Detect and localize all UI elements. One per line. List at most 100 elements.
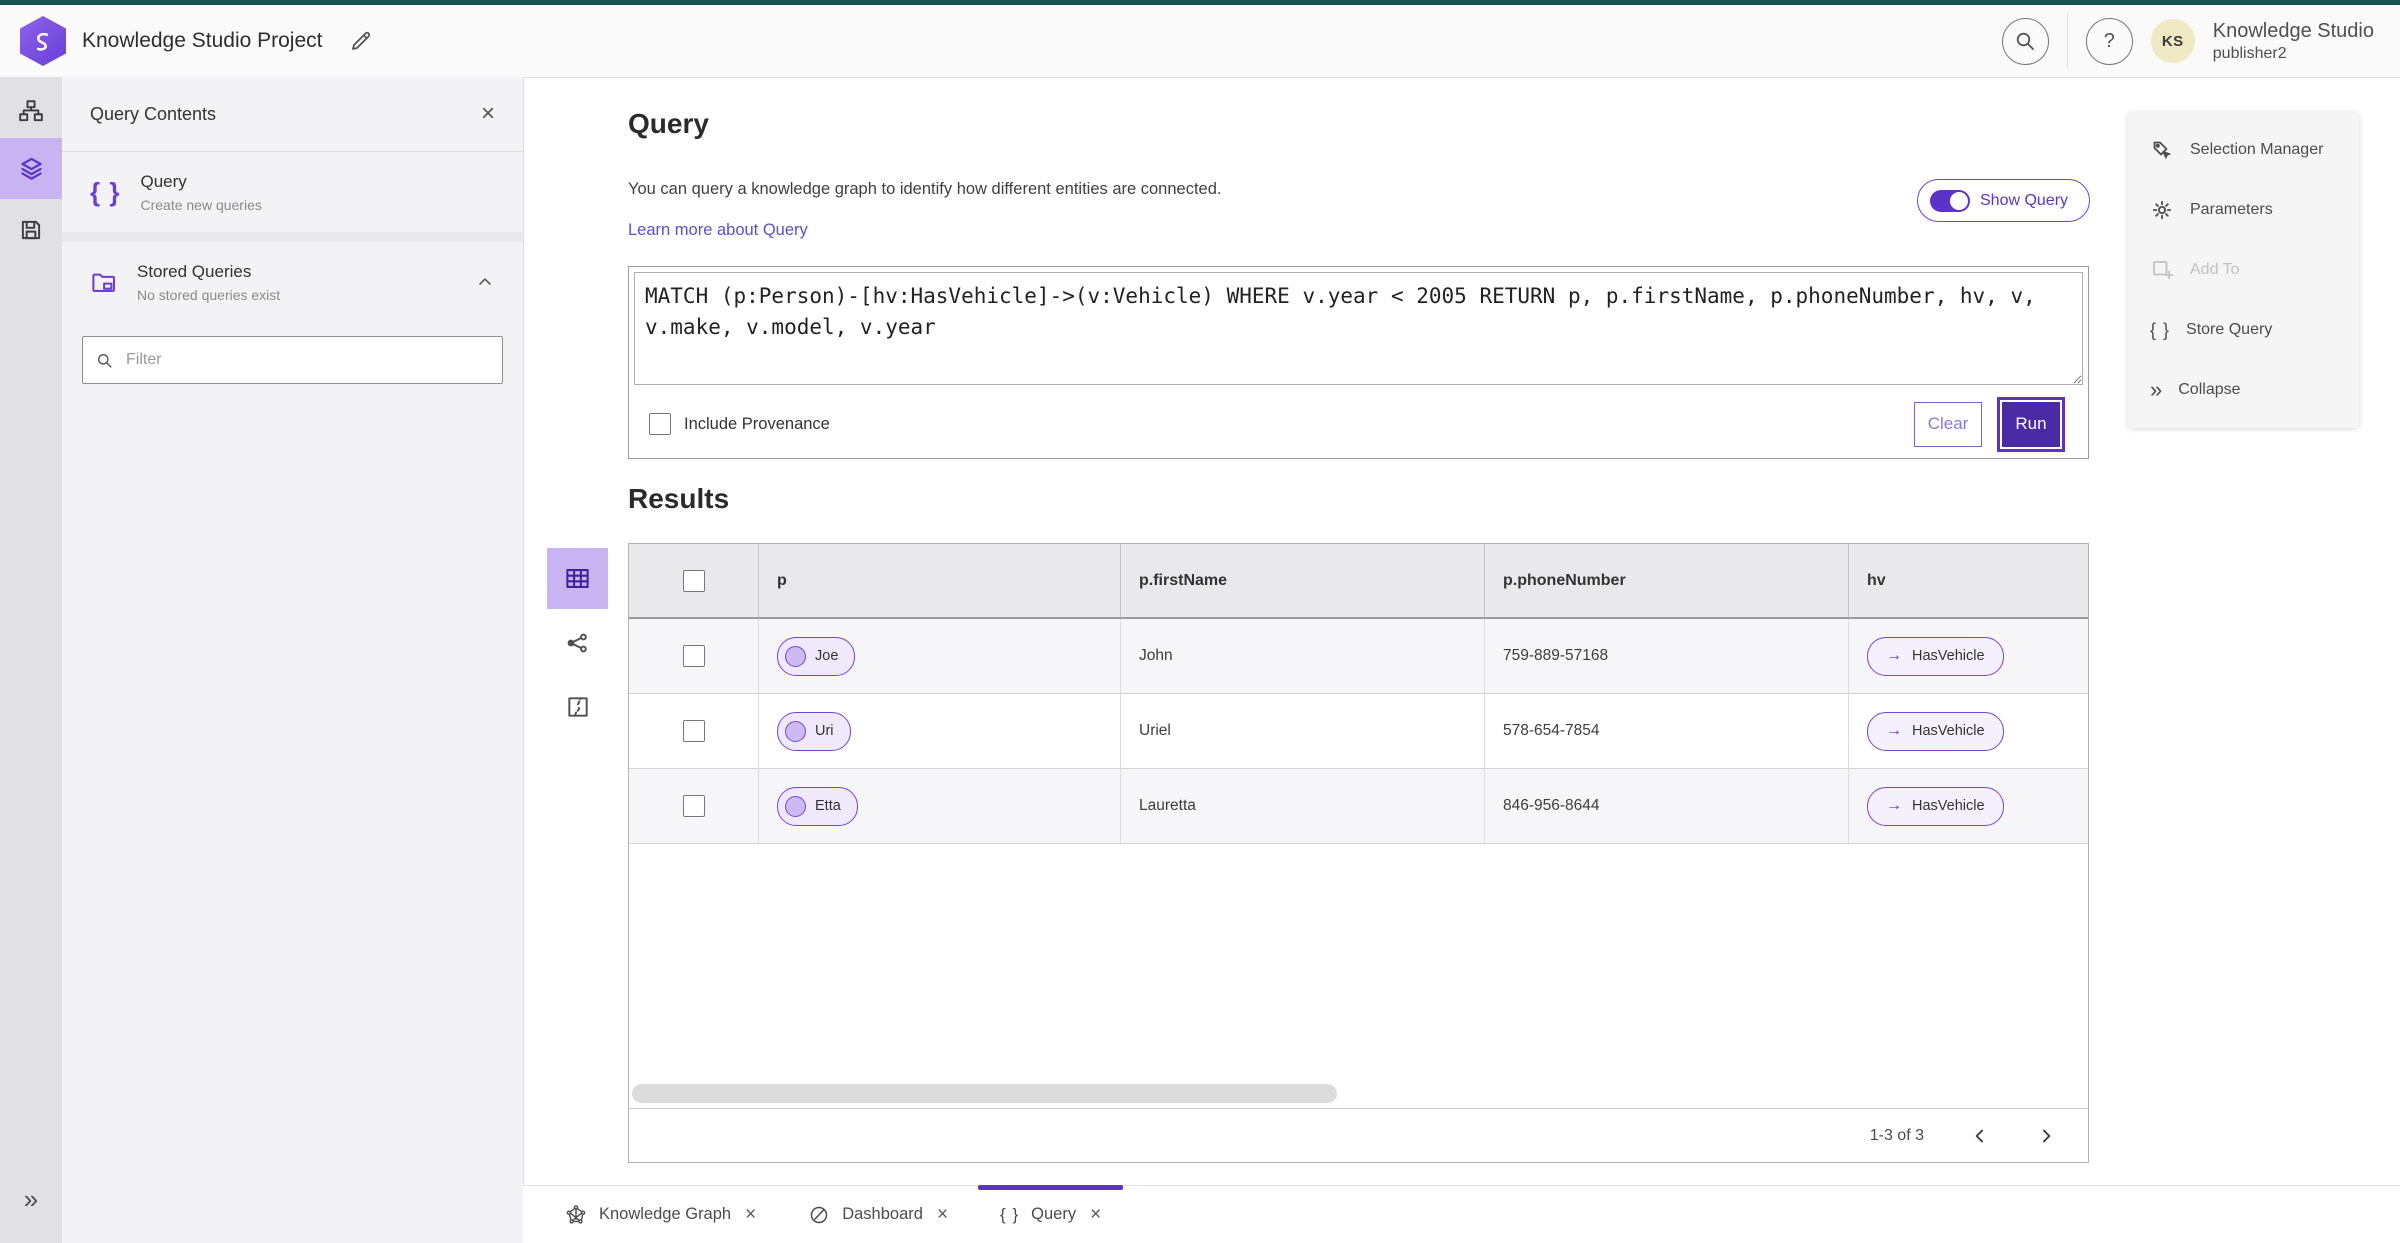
close-panel-icon[interactable]: ×: [481, 102, 495, 126]
clear-button[interactable]: Clear: [1914, 401, 1982, 447]
arrow-right-icon: →: [1886, 722, 1902, 739]
chevron-up-icon[interactable]: [475, 272, 495, 292]
map-view-button[interactable]: [547, 676, 608, 737]
save-icon: [21, 220, 41, 239]
rail-expand-icon[interactable]: »: [0, 1184, 62, 1215]
node-dot-icon: [785, 720, 806, 742]
stored-queries-subtitle: No stored queries exist: [137, 286, 281, 303]
next-page-button[interactable]: [2036, 1126, 2056, 1146]
panel-title: Query Contents: [90, 103, 217, 124]
braces-icon: { }: [90, 176, 121, 207]
cell-phonenumber: 578-654-7854: [1485, 694, 1849, 768]
edge-label: HasVehicle: [1912, 723, 1985, 739]
cell-phonenumber: 846-956-8644: [1485, 769, 1849, 843]
column-header-phonenumber[interactable]: p.phoneNumber: [1485, 544, 1849, 617]
tab-query[interactable]: { } Query ×: [974, 1185, 1127, 1243]
toggle-switch-icon[interactable]: [1930, 189, 1970, 212]
rail-item-hierarchy[interactable]: [0, 80, 62, 141]
select-all-checkbox[interactable]: [682, 569, 705, 592]
help-icon: ?: [2103, 29, 2115, 52]
chevron-right-icon: [2043, 1129, 2051, 1142]
table-view-button[interactable]: [547, 548, 608, 609]
cell-firstname: Uriel: [1121, 694, 1485, 768]
store-query-label: Store Query: [2186, 321, 2273, 338]
query-editor-footer: Include Provenance Clear Run: [629, 390, 2088, 458]
add-to-label: Add To: [2190, 261, 2240, 278]
gear-icon: [2152, 200, 2172, 220]
show-query-toggle[interactable]: Show Query: [1917, 179, 2090, 222]
edit-title-icon[interactable]: [349, 29, 373, 53]
node-pill[interactable]: Etta: [777, 786, 858, 826]
rail-item-saved[interactable]: [0, 199, 62, 260]
search-button[interactable]: [2001, 17, 2049, 65]
add-to-icon: [2153, 261, 2174, 280]
row-checkbox[interactable]: [682, 645, 705, 667]
sidebar-item-query[interactable]: { } Query Create new queries: [62, 152, 523, 232]
horizontal-scrollbar[interactable]: [632, 1084, 1337, 1103]
results-table: p p.firstName p.phoneNumber hv Joe John …: [628, 543, 2089, 1163]
layers-icon: [20, 157, 42, 180]
collapse-item[interactable]: » Collapse: [2128, 360, 2359, 420]
filter-field[interactable]: [82, 336, 503, 384]
table-row: Joe John 759-889-57168 → HasVehicle: [629, 619, 2088, 694]
section-divider: [62, 232, 523, 242]
app-header: Knowledge Studio Project ? KS Knowledge …: [0, 5, 2400, 78]
row-checkbox[interactable]: [682, 720, 705, 742]
stored-queries-title: Stored Queries: [137, 261, 252, 281]
query-input[interactable]: MATCH (p:Person)-[hv:HasVehicle]->(v:Veh…: [634, 272, 2083, 385]
close-tab-icon[interactable]: ×: [937, 1204, 948, 1226]
node-pill[interactable]: Joe: [777, 636, 856, 676]
panel-header: Query Contents ×: [62, 77, 523, 152]
node-dot-icon: [785, 645, 806, 667]
sidebar-item-stored-queries[interactable]: Stored Queries No stored queries exist: [62, 242, 523, 322]
user-product-name: Knowledge Studio: [2212, 19, 2374, 42]
node-label: Uri: [815, 723, 834, 739]
edge-pill[interactable]: → HasVehicle: [1867, 711, 2004, 751]
dashboard-gauge-icon: [810, 1206, 828, 1223]
document-tab-bar: Knowledge Graph × Dashboard × { } Query …: [523, 1185, 2400, 1243]
column-header-firstname[interactable]: p.firstName: [1121, 544, 1485, 617]
app-logo-icon: [20, 16, 66, 66]
add-to-item: Add To: [2128, 240, 2359, 300]
rail-item-query-contents[interactable]: [0, 138, 62, 199]
parameters-label: Parameters: [2190, 201, 2273, 218]
tab-dashboard[interactable]: Dashboard ×: [782, 1186, 974, 1243]
edge-label: HasVehicle: [1912, 798, 1985, 814]
results-view-switcher: [547, 548, 608, 737]
node-pill[interactable]: Uri: [777, 711, 851, 751]
stored-queries-folder-icon: [90, 269, 117, 296]
pagination-label: 1-3 of 3: [1869, 1126, 1924, 1144]
edge-pill[interactable]: → HasVehicle: [1867, 636, 2004, 676]
table-pagination: 1-3 of 3: [629, 1108, 2088, 1162]
arrow-right-icon: →: [1886, 647, 1902, 664]
row-checkbox[interactable]: [682, 795, 705, 817]
map-view-icon: [567, 696, 588, 717]
prev-page-button[interactable]: [1970, 1126, 1990, 1146]
close-tab-icon[interactable]: ×: [745, 1204, 756, 1226]
project-title: Knowledge Studio Project: [82, 29, 323, 52]
learn-more-link[interactable]: Learn more about Query: [628, 221, 808, 240]
store-query-item[interactable]: { } Store Query: [2128, 300, 2359, 360]
cell-phonenumber: 759-889-57168: [1485, 619, 1849, 693]
column-header-hv[interactable]: hv: [1849, 544, 2088, 617]
braces-icon: { }: [1000, 1204, 1020, 1224]
tab-knowledge-graph[interactable]: Knowledge Graph ×: [539, 1186, 782, 1243]
graph-view-icon: [567, 633, 587, 652]
app-window: Knowledge Studio Project ? KS Knowledge …: [0, 0, 2400, 1243]
table-row: Etta Lauretta 846-956-8644 → HasVehicle: [629, 769, 2088, 844]
filter-input[interactable]: [124, 350, 490, 370]
query-item-title: Query: [140, 171, 187, 191]
edge-pill[interactable]: → HasVehicle: [1867, 786, 2004, 826]
include-provenance-checkbox[interactable]: [649, 413, 671, 435]
parameters-item[interactable]: Parameters: [2128, 180, 2359, 240]
column-header-p[interactable]: p: [759, 544, 1121, 617]
graph-view-button[interactable]: [547, 612, 608, 673]
collapse-label: Collapse: [2178, 381, 2241, 398]
edge-label: HasVehicle: [1912, 648, 1985, 664]
run-button[interactable]: Run: [2002, 401, 2060, 447]
close-tab-icon[interactable]: ×: [1090, 1204, 1101, 1226]
selection-manager-item[interactable]: Selection Manager: [2128, 120, 2359, 180]
user-avatar[interactable]: KS: [2150, 19, 2195, 63]
node-dot-icon: [785, 795, 806, 817]
help-button[interactable]: ?: [2085, 17, 2133, 65]
